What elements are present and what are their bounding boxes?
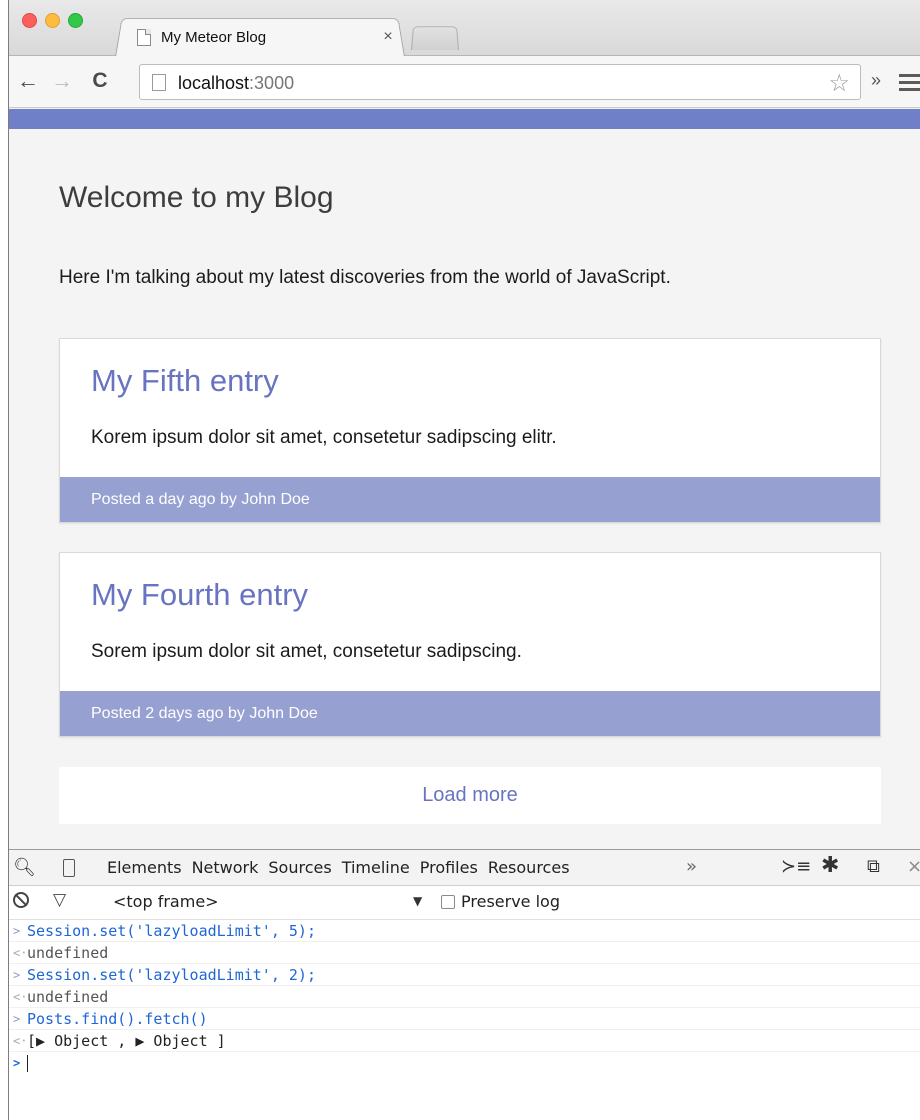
console-command: Session.set('lazyloadLimit', 5);: [27, 922, 316, 940]
post-body: Sorem ipsum dolor sit amet, consetetur s…: [91, 641, 522, 662]
web-page: Welcome to my Blog Here I'm talking abou…: [9, 109, 920, 849]
device-mode-icon[interactable]: [63, 859, 75, 877]
tab-profiles[interactable]: Profiles: [420, 858, 478, 877]
console-result: undefined: [27, 988, 109, 1006]
post-body: Korem ipsum dolor sit amet, consetetur s…: [91, 427, 557, 448]
back-arrow-icon[interactable]: ←: [15, 66, 41, 96]
post-footer: Posted a day ago by John Doe: [60, 477, 880, 522]
search-icon[interactable]: 🔍︎: [13, 857, 36, 878]
dropdown-arrow-icon[interactable]: ▼: [413, 894, 422, 908]
url-host: localhost: [178, 73, 250, 93]
tab-title: My Meteor Blog: [161, 28, 267, 46]
load-more-button[interactable]: Load more: [59, 767, 881, 824]
console-drawer-icon[interactable]: ≻≡: [781, 856, 811, 877]
close-window-button[interactable]: [22, 13, 37, 28]
post-card: My Fourth entry Sorem ipsum dolor sit am…: [59, 552, 881, 737]
reload-icon[interactable]: C: [87, 66, 113, 96]
output-prompt-icon: <·: [13, 1034, 28, 1048]
console-output-line: <· undefined: [9, 986, 920, 1008]
active-prompt-icon: >: [13, 1056, 21, 1070]
address-bar[interactable]: localhost:3000 ☆: [139, 64, 861, 100]
output-prompt-icon: <·: [13, 990, 28, 1004]
top-accent-bar: [9, 109, 920, 129]
tab-resources[interactable]: Resources: [488, 858, 570, 877]
page-subtitle: Here I'm talking about my latest discove…: [59, 267, 671, 288]
browser-tab-content[interactable]: My Meteor Blog ×: [137, 23, 397, 51]
minimize-window-button[interactable]: [45, 13, 60, 28]
tab-close-icon[interactable]: ×: [379, 28, 397, 46]
frame-select[interactable]: <top frame>: [113, 892, 219, 911]
input-prompt-icon: >: [13, 924, 21, 938]
devtools-panel: 🔍︎ Elements Network Sources Timeline Pro…: [9, 849, 920, 1120]
filter-icon[interactable]: ▽: [53, 890, 66, 910]
more-tabs-icon[interactable]: »: [686, 856, 697, 877]
console-filter-bar: ▽ <top frame> ▼ Preserve log: [9, 886, 920, 920]
devtools-tabbar: 🔍︎ Elements Network Sources Timeline Pro…: [9, 850, 920, 886]
extensions-chevron-icon[interactable]: »: [871, 70, 881, 91]
page-favicon-icon: [137, 28, 151, 46]
clear-console-icon[interactable]: [13, 892, 29, 908]
address-url[interactable]: localhost:3000: [178, 73, 294, 94]
post-footer: Posted 2 days ago by John Doe: [60, 691, 880, 736]
console-prompt-line[interactable]: >: [9, 1052, 920, 1074]
console-input-line: > Session.set('lazyloadLimit', 2);: [9, 964, 920, 986]
bookmark-star-icon[interactable]: ☆: [828, 69, 850, 98]
page-icon: [152, 74, 166, 91]
post-title-link[interactable]: My Fourth entry: [91, 577, 308, 613]
console-result: undefined: [27, 944, 109, 962]
menu-icon[interactable]: [899, 74, 920, 91]
forward-arrow-icon[interactable]: →: [49, 66, 75, 96]
console-input-line: > Session.set('lazyloadLimit', 5);: [9, 920, 920, 942]
tab-timeline[interactable]: Timeline: [342, 858, 410, 877]
input-prompt-icon: >: [13, 968, 21, 982]
new-tab-button[interactable]: [411, 26, 459, 50]
preserve-log-checkbox[interactable]: [441, 895, 455, 909]
console-output-line: <· [▶ Object , ▶ Object ]: [9, 1030, 920, 1052]
console-command: Session.set('lazyloadLimit', 2);: [27, 966, 316, 984]
post-title-link[interactable]: My Fifth entry: [91, 363, 279, 399]
close-icon[interactable]: ×: [907, 856, 920, 877]
url-port: :3000: [249, 73, 295, 93]
dock-icon[interactable]: ⧉: [867, 856, 880, 877]
zoom-window-button[interactable]: [68, 13, 83, 28]
gear-icon[interactable]: ✱: [821, 853, 839, 878]
console-output-line: <· undefined: [9, 942, 920, 964]
output-prompt-icon: <·: [13, 946, 28, 960]
post-card: My Fifth entry Korem ipsum dolor sit ame…: [59, 338, 881, 523]
console-object-result[interactable]: [▶ Object , ▶ Object ]: [27, 1032, 226, 1050]
preserve-log-label: Preserve log: [461, 892, 560, 911]
tab-sources[interactable]: Sources: [268, 858, 331, 877]
tab-network[interactable]: Network: [192, 858, 259, 877]
tab-strip: My Meteor Blog ×: [9, 0, 920, 57]
console-output: > Session.set('lazyloadLimit', 5); <· unde…: [9, 920, 920, 1074]
browser-toolbar: ← → C localhost:3000 ☆ »: [9, 56, 920, 108]
console-command: Posts.find().fetch(): [27, 1010, 208, 1028]
page-title: Welcome to my Blog: [59, 181, 334, 214]
browser-window: My Meteor Blog × ← → C localhost:3000 ☆ …: [8, 0, 920, 1120]
input-prompt-icon: >: [13, 1012, 21, 1026]
console-input-line: > Posts.find().fetch(): [9, 1008, 920, 1030]
text-caret: [27, 1055, 28, 1072]
tab-elements[interactable]: Elements: [107, 858, 182, 877]
